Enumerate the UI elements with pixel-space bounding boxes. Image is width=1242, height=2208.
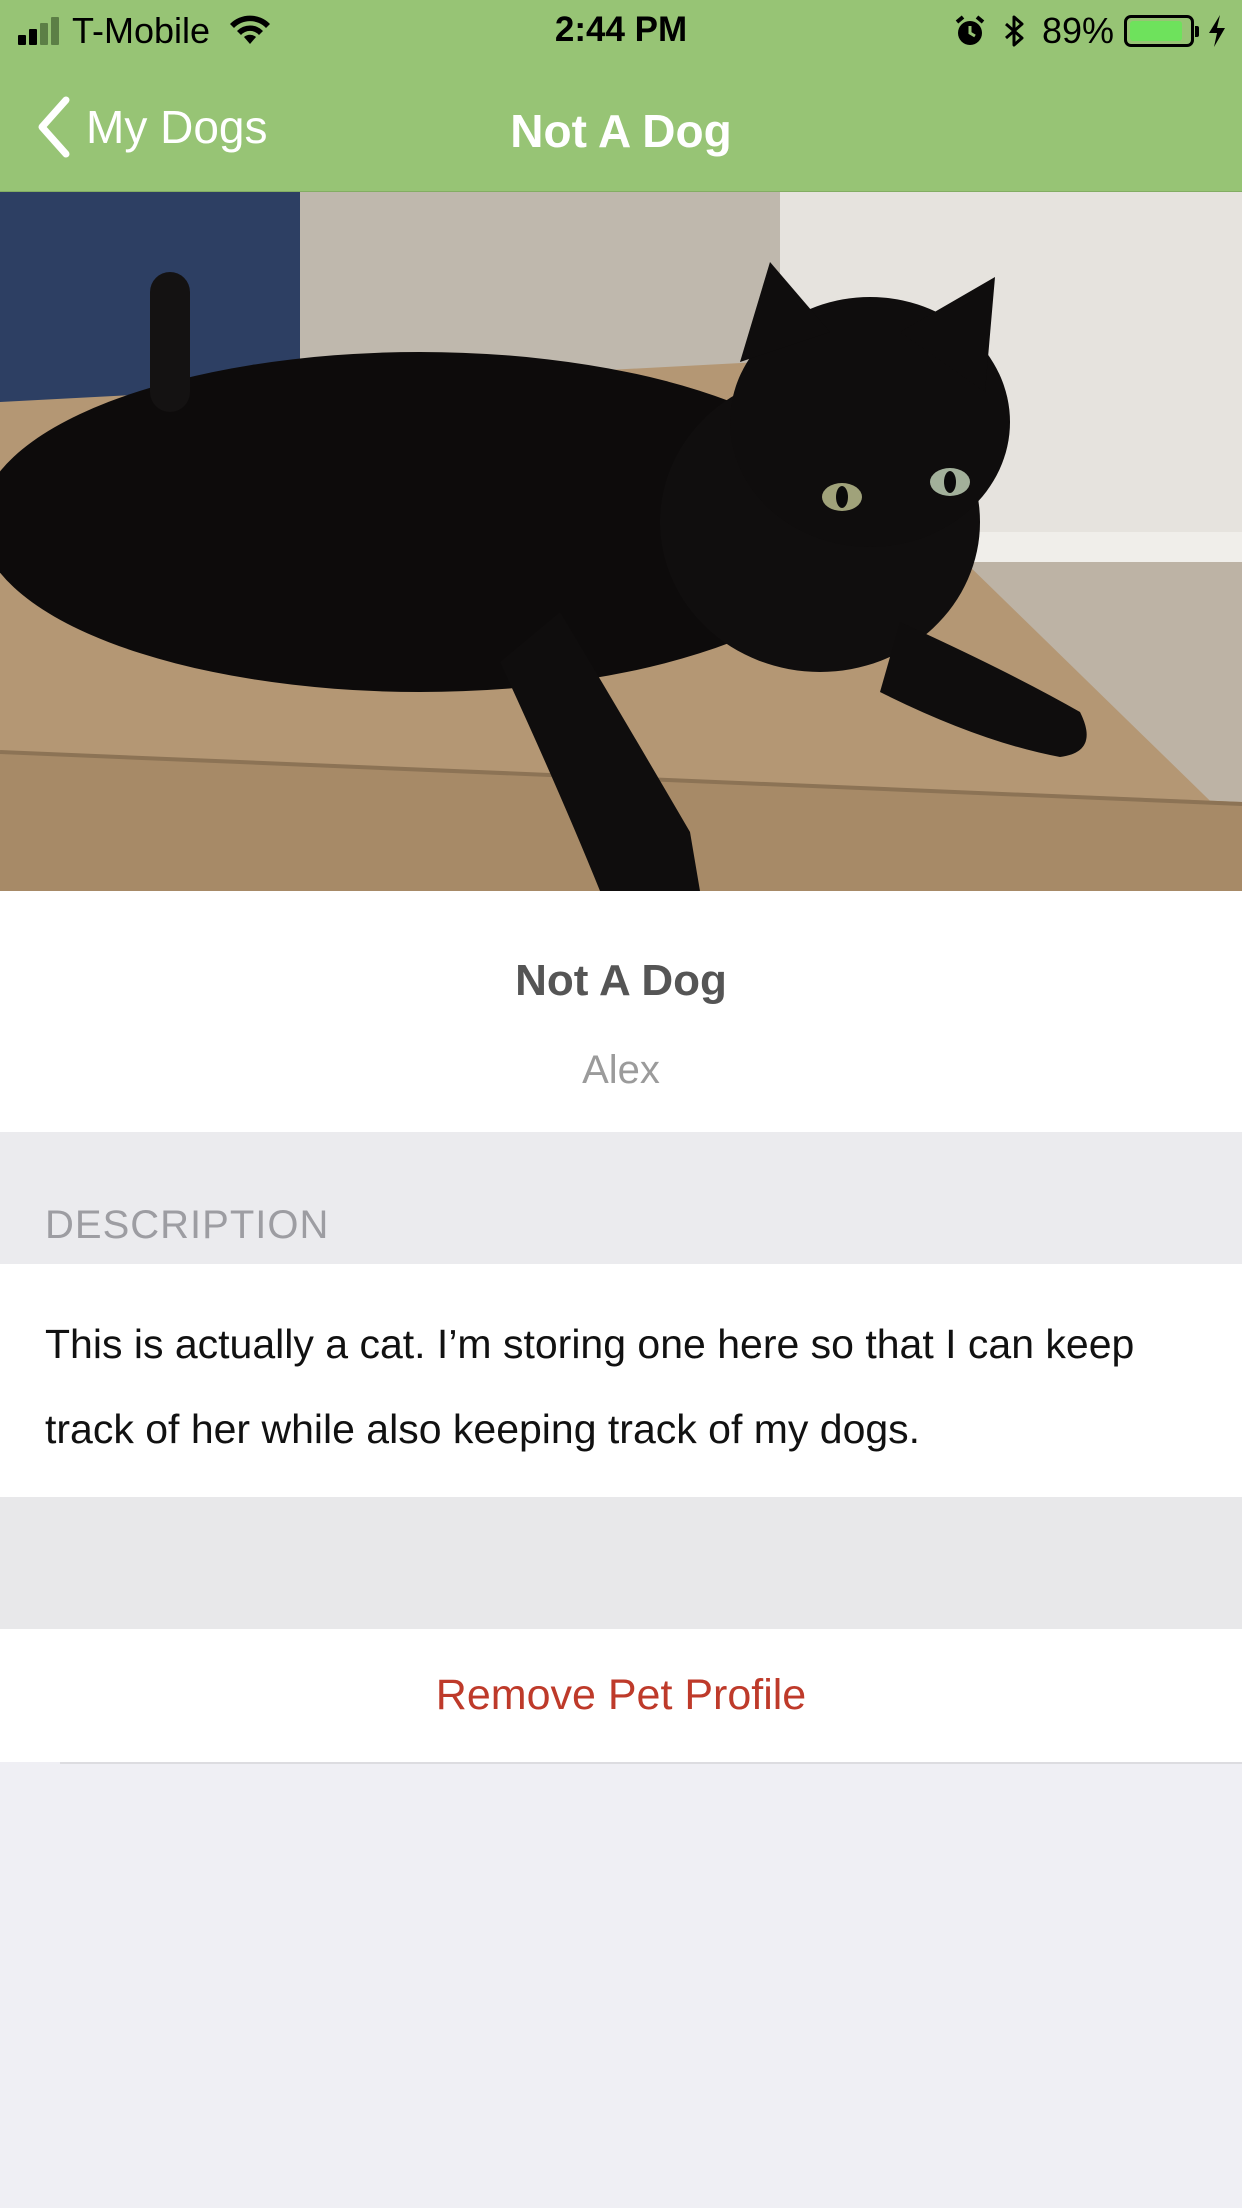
charging-bolt-icon: [1209, 15, 1225, 47]
alarm-clock-icon: [955, 15, 985, 45]
pet-owner: Alex: [582, 1048, 660, 1092]
battery-icon: [1124, 15, 1199, 47]
pet-name: Not A Dog: [515, 956, 727, 1005]
navigation-bar: My Dogs Not A Dog: [0, 62, 1242, 192]
chevron-left-icon: [38, 96, 70, 158]
status-right: 89%: [954, 10, 1228, 52]
battery-fill: [1130, 21, 1182, 41]
bluetooth-icon: [1004, 15, 1024, 47]
description-header-label: DESCRIPTION: [45, 1203, 330, 1247]
description-cell: This is actually a cat. I’m storing one …: [0, 1264, 1242, 1497]
remove-pet-profile-button[interactable]: Remove Pet Profile: [0, 1629, 1242, 1762]
pet-photo: [0, 192, 1242, 891]
row-divider: [60, 1762, 1242, 1764]
description-section-header: DESCRIPTION: [0, 1132, 1242, 1264]
remove-pet-profile-label: Remove Pet Profile: [435, 1671, 807, 1719]
section-spacer: [0, 1497, 1242, 1629]
description-text: This is actually a cat. I’m storing one …: [45, 1321, 1135, 1452]
status-bar: T-Mobile 2:44 PM 89%: [0, 0, 1242, 62]
back-button[interactable]: My Dogs: [36, 92, 267, 162]
back-button-label: My Dogs: [86, 101, 268, 153]
pet-header: Not A Dog Alex: [0, 891, 1242, 1132]
battery-percent: 89%: [1041, 10, 1114, 51]
